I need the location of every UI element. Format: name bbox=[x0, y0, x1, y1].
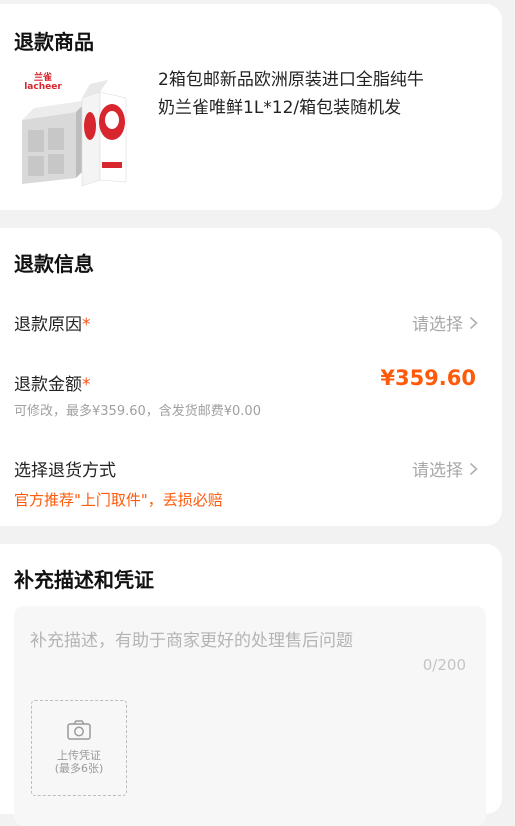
return-method-promo: 官方推荐"上门取件"，丢损必赔 bbox=[14, 491, 223, 509]
return-method-placeholder: 请选择 bbox=[412, 461, 463, 481]
refund-amount-value[interactable]: ¥359.60 bbox=[380, 366, 476, 390]
return-method-row[interactable]: 选择退货方式 请选择 官方推荐"上门取件"，丢损必赔 bbox=[0, 452, 502, 512]
refund-amount-label: 退款金额* bbox=[14, 370, 91, 395]
refund-product-card: 退款商品 兰雀 lacheer 2箱包邮新品欧洲原装进口全脂纯牛 奶兰雀唯鲜1L… bbox=[0, 4, 502, 210]
refund-amount-label-text: 退款金额 bbox=[14, 375, 82, 395]
return-method-label: 选择退货方式 bbox=[14, 461, 116, 481]
brand-logo-en: lacheer bbox=[24, 82, 62, 92]
product-title-line-1: 2箱包邮新品欧洲原装进口全脂纯牛 bbox=[158, 70, 424, 90]
refund-amount-row[interactable]: 退款金额* ¥359.60 可修改，最多¥359.60，含发货邮费¥0.00 bbox=[0, 366, 502, 422]
return-method-select[interactable]: 请选择 bbox=[412, 456, 478, 481]
upload-evidence-button[interactable]: 上传凭证 (最多6张) bbox=[31, 700, 127, 796]
camera-icon bbox=[32, 719, 126, 743]
description-input[interactable]: 补充描述，有助于商家更好的处理售后问题 bbox=[30, 626, 470, 651]
refund-amount-note: 可修改，最多¥359.60，含发货邮费¥0.00 bbox=[14, 404, 261, 419]
refund-product-title: 退款商品 bbox=[14, 30, 94, 54]
required-mark: * bbox=[82, 315, 91, 335]
refund-reason-row[interactable]: 退款原因* 请选择 bbox=[0, 306, 502, 340]
refund-reason-placeholder: 请选择 bbox=[412, 315, 463, 335]
upload-label-line1: 上传凭证 bbox=[57, 749, 101, 762]
char-count: 0/200 bbox=[422, 656, 466, 674]
brand-logo: 兰雀 lacheer bbox=[20, 74, 66, 92]
description-box: 补充描述，有助于商家更好的处理售后问题 0/200 上传凭证 (最多6张) bbox=[14, 606, 486, 826]
refund-reason-label: 退款原因* bbox=[14, 310, 91, 335]
evidence-title: 补充描述和凭证 bbox=[14, 568, 154, 592]
evidence-card: 补充描述和凭证 补充描述，有助于商家更好的处理售后问题 0/200 上传凭证 (… bbox=[0, 544, 502, 826]
chevron-right-icon bbox=[469, 315, 478, 335]
refund-reason-label-text: 退款原因 bbox=[14, 315, 82, 335]
product-title-line-2: 奶兰雀唯鲜1L*12/箱包装随机发 bbox=[158, 98, 402, 118]
chevron-right-icon bbox=[469, 461, 478, 481]
product-title[interactable]: 2箱包邮新品欧洲原装进口全脂纯牛 奶兰雀唯鲜1L*12/箱包装随机发 bbox=[158, 66, 488, 122]
refund-reason-select[interactable]: 请选择 bbox=[412, 310, 478, 335]
required-mark: * bbox=[82, 375, 91, 395]
refund-info-title: 退款信息 bbox=[14, 252, 94, 276]
upload-label-line2: (最多6张) bbox=[54, 762, 104, 775]
refund-info-card: 退款信息 退款原因* 请选择 退款金额* ¥359.60 可修改，最多¥359.… bbox=[0, 228, 502, 526]
